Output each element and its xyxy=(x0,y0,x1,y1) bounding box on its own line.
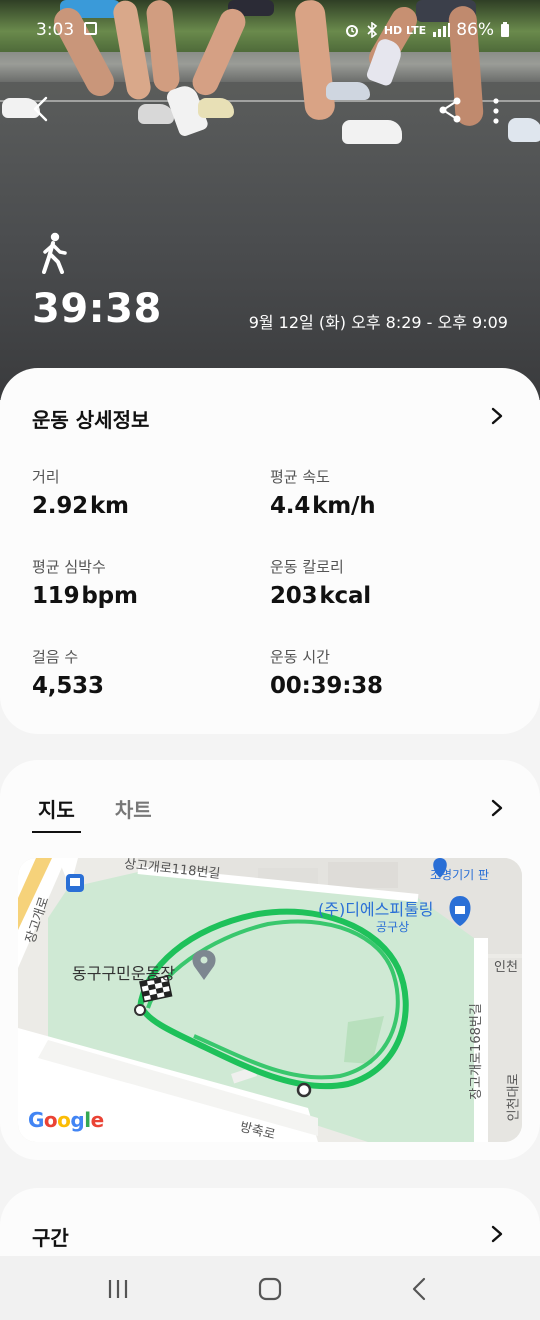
google-logo-letter: e xyxy=(90,1108,105,1132)
stat-label: 운동 칼로리 xyxy=(270,558,344,576)
status-icons: HD LTE 86% xyxy=(344,20,510,40)
map-poi-lighting: 조명기기 판 xyxy=(430,868,490,882)
map-road-label: 장고개로168번길 xyxy=(468,1003,484,1100)
runner-shoe xyxy=(198,98,234,118)
stat-value: 4,533 xyxy=(32,673,104,699)
google-logo-letter: o xyxy=(43,1108,58,1132)
stat-steps: 걸음 수 4,533 xyxy=(32,646,262,699)
workout-datetime: 9월 12일 (화) 오후 8:29 - 오후 9:09 xyxy=(248,313,508,332)
runner-shoe xyxy=(326,82,370,100)
status-time: 3:03 xyxy=(36,20,75,40)
stat-distance: 거리 2.92km xyxy=(32,466,262,519)
battery-percent: 86% xyxy=(456,20,494,40)
google-logo-letter: G xyxy=(28,1108,44,1132)
tab-chart[interactable]: 차트 xyxy=(115,794,152,833)
walking-icon xyxy=(42,232,67,274)
runner-shoe xyxy=(138,104,174,124)
stat-avg-speed: 평균 속도 4.4km/h xyxy=(270,466,500,519)
map-chart-tabs: 지도 차트 xyxy=(32,794,152,833)
stat-value: 4.4km/h xyxy=(270,493,376,519)
notification-check-icon xyxy=(84,22,97,35)
back-icon[interactable] xyxy=(406,1276,434,1302)
stat-value: 203kcal xyxy=(270,583,371,609)
stat-value: 00:39:38 xyxy=(270,673,383,699)
map-road-label: 인천 xyxy=(494,960,518,975)
details-title[interactable]: 운동 상세정보 xyxy=(32,404,149,433)
map-canvas xyxy=(18,858,522,1142)
map-poi-category: 공구상 xyxy=(376,920,410,934)
runner-shoe xyxy=(342,120,402,144)
stat-label: 평균 심박수 xyxy=(32,558,106,576)
chevron-right-icon[interactable] xyxy=(490,407,504,425)
battery-icon xyxy=(501,22,509,37)
network-label: HD LTE xyxy=(383,23,427,37)
more-vert-icon[interactable] xyxy=(490,98,502,124)
google-logo-letter: g xyxy=(70,1108,85,1132)
map-poi-company: (주)디에스피툴링 xyxy=(318,900,434,919)
hero-header: 3:03 HD LTE 86% 39:38 9월 12일 (화) 오후 8:29… xyxy=(0,0,540,400)
map-road-label: 인천대로 xyxy=(506,1073,522,1122)
system-nav-bar xyxy=(0,1256,540,1320)
workout-duration: 39:38 xyxy=(32,286,162,332)
recent-apps-icon[interactable] xyxy=(104,1276,132,1302)
stat-label: 걸음 수 xyxy=(32,648,79,666)
stat-label: 운동 시간 xyxy=(270,648,330,666)
chevron-right-icon[interactable] xyxy=(490,799,504,817)
route-map[interactable]: 상고개로118번길 장고개로 동구구민운동장 (주)디에스피툴링 공구상 조명기… xyxy=(18,858,522,1142)
stat-label: 평균 속도 xyxy=(270,468,330,486)
bluetooth-icon xyxy=(367,22,378,38)
back-arrow-icon[interactable] xyxy=(30,96,54,122)
stat-value: 2.92km xyxy=(32,493,129,519)
google-logo: Google xyxy=(28,1108,104,1132)
stat-label: 거리 xyxy=(32,468,60,486)
stat-value: 119bpm xyxy=(32,583,138,609)
google-logo-letter: o xyxy=(57,1108,71,1132)
stat-calories: 운동 칼로리 203kcal xyxy=(270,556,500,609)
map-poi-stadium: 동구구민운동장 xyxy=(72,964,176,983)
stat-workout-time: 운동 시간 00:39:38 xyxy=(270,646,500,699)
home-icon[interactable] xyxy=(256,1276,284,1302)
share-icon[interactable] xyxy=(438,96,462,124)
signal-icon xyxy=(433,23,451,37)
status-bar: 3:03 HD LTE 86% xyxy=(0,14,540,48)
stat-avg-heart-rate: 평균 심박수 119bpm xyxy=(32,556,262,609)
alarm-icon xyxy=(345,25,358,37)
runner-shoe xyxy=(508,118,540,142)
chevron-right-icon[interactable] xyxy=(490,1225,504,1243)
segment-title[interactable]: 구간 xyxy=(32,1222,69,1251)
tab-map[interactable]: 지도 xyxy=(32,794,81,833)
